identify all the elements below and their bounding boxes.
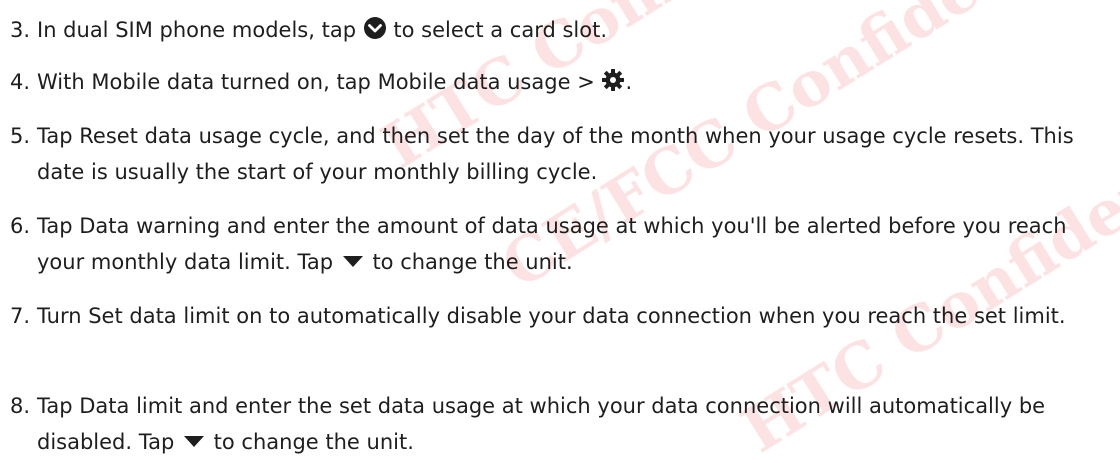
step-text: In dual SIM phone models, tap to select …: [37, 12, 1110, 51]
reset-data-usage-cycle-term: Reset data usage cycle: [79, 124, 323, 148]
step-text-part: Turn: [37, 304, 82, 328]
step-text-part: Tap: [37, 124, 73, 148]
set-data-limit-term: Set data limit: [88, 304, 230, 328]
triangle-down-icon: [181, 427, 207, 463]
menu-separator: >: [577, 70, 595, 94]
step-text-part: to change the unit.: [213, 430, 414, 454]
triangle-down-icon: [340, 247, 366, 283]
step-7: 7. Turn Set data limit on to automatical…: [10, 298, 1110, 334]
step-text: Tap Data limit and enter the set data us…: [37, 388, 1110, 463]
step-text-part: .: [625, 70, 633, 94]
step-text-part: to select a card slot.: [393, 18, 607, 42]
step-number: 3.: [10, 18, 31, 42]
step-number: 7.: [10, 304, 31, 328]
step-number: 8.: [10, 394, 31, 418]
step-number: 5.: [10, 124, 31, 148]
step-text: Tap Reset data usage cycle, and then set…: [37, 118, 1110, 190]
step-3: 3. In dual SIM phone models, tap to sele…: [10, 12, 1110, 51]
step-text-part: to change the unit.: [372, 250, 573, 274]
step-text-part: Tap: [37, 394, 73, 418]
step-text: With Mobile data turned on, tap Mobile d…: [37, 64, 1110, 103]
step-text: Tap Data warning and enter the amount of…: [37, 208, 1110, 283]
step-text: Turn Set data limit on to automatically …: [37, 298, 1110, 334]
gear-icon: [601, 67, 625, 103]
step-number: 4.: [10, 70, 31, 94]
step-4: 4. With Mobile data turned on, tap Mobil…: [10, 64, 1110, 103]
step-number: 6.: [10, 214, 31, 238]
mobile-data-usage-term: Mobile data usage: [377, 70, 571, 94]
step-5: 5. Tap Reset data usage cycle, and then …: [10, 118, 1110, 190]
step-text-part: In dual SIM phone models, tap: [37, 18, 357, 42]
data-warning-term: Data warning: [79, 214, 221, 238]
data-limit-term: Data limit: [79, 394, 183, 418]
step-text-part: on to automatically disable your data co…: [236, 304, 1066, 328]
step-6: 6. Tap Data warning and enter the amount…: [10, 208, 1110, 283]
step-text-part: Tap: [37, 214, 73, 238]
step-8: 8. Tap Data limit and enter the set data…: [10, 388, 1110, 463]
circle-chevron-down-icon: [363, 15, 387, 51]
step-text-part: With Mobile data turned on, tap: [37, 70, 371, 94]
